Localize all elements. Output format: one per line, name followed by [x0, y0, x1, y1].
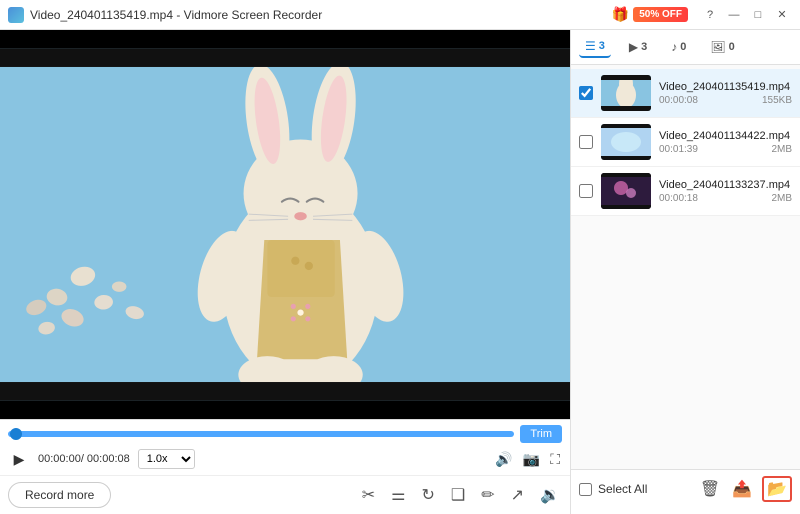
media-size-1: 155KB — [762, 95, 792, 106]
controls-bar: Trim ▶ 00:00:00/ 00:00:08 0.5x 0.75x 1.0… — [0, 419, 570, 475]
title-bar-left: Video_240401135419.mp4 - Vidmore Screen … — [8, 7, 322, 23]
title-bar: Video_240401135419.mp4 - Vidmore Screen … — [0, 0, 800, 30]
media-name-1: Video_240401135419.mp4 — [659, 81, 792, 93]
time-display: 00:00:00/ 00:00:08 — [38, 453, 130, 465]
snapshot-button[interactable]: 📷 — [521, 449, 542, 470]
app-icon — [8, 7, 24, 23]
left-panel: Trim ▶ 00:00:00/ 00:00:08 0.5x 0.75x 1.0… — [0, 30, 570, 514]
media-meta-3: 00:00:18 2MB — [659, 193, 792, 204]
select-all-row: Select All 🗑 📤 📂 — [579, 476, 792, 502]
media-thumbnail-2 — [601, 124, 651, 160]
image-tab-icon: 🖼 — [710, 40, 725, 54]
media-duration-3: 00:00:18 — [659, 193, 698, 204]
tab-video-count: 3 — [599, 40, 605, 52]
close-button[interactable]: ✕ — [772, 5, 792, 25]
title-bar-right: 🎁 50% OFF ? — □ ✕ — [612, 5, 792, 25]
list-icon: ☰ — [585, 39, 596, 53]
media-info-1: Video_240401135419.mp4 00:00:08 155KB — [659, 81, 792, 106]
equalizer-button[interactable]: ⚌ — [389, 483, 407, 507]
progress-row: Trim — [8, 425, 562, 443]
share-button[interactable]: ↗ — [509, 483, 526, 507]
tab-image-count: 0 — [729, 41, 735, 53]
window-title: Video_240401135419.mp4 - Vidmore Screen … — [30, 8, 322, 22]
tab-audio-count: 0 — [680, 41, 686, 53]
media-size-3: 2MB — [771, 193, 792, 204]
media-duration-2: 00:01:39 — [659, 144, 698, 155]
media-name-3: Video_240401133237.mp4 — [659, 179, 792, 191]
action-icons: 🗑 📤 📂 — [698, 476, 792, 502]
media-thumbnail-1 — [601, 75, 651, 111]
thumb-svg-3 — [601, 173, 651, 209]
bottom-row: Record more ✂ ⚌ ↻ ❑ ✏ ↗ 🔉 — [0, 475, 570, 514]
thumb-svg-1 — [601, 75, 651, 111]
record-more-button[interactable]: Record more — [8, 482, 111, 508]
media-item[interactable]: Video_240401135419.mp4 00:00:08 155KB — [571, 69, 800, 118]
play-icon: ▶ — [14, 451, 25, 468]
media-checkbox-1[interactable] — [579, 86, 593, 100]
right-panel: ☰ 3 ▶ 3 ♪ 0 🖼 0 — [570, 30, 800, 514]
export-button[interactable]: 📤 — [730, 477, 754, 501]
progress-handle[interactable] — [10, 428, 22, 440]
tab-play-count: 3 — [641, 41, 647, 53]
delete-button[interactable]: 🗑 — [698, 477, 722, 501]
tab-video[interactable]: ☰ 3 — [579, 36, 611, 58]
select-all-label: Select All — [598, 482, 647, 496]
tab-play[interactable]: ▶ 3 — [623, 37, 653, 57]
select-all-checkbox[interactable] — [579, 483, 592, 496]
media-item[interactable]: Video_240401134422.mp4 00:01:39 2MB — [571, 118, 800, 167]
speed-select[interactable]: 0.5x 0.75x 1.0x 1.25x 1.5x 2.0x — [138, 449, 195, 469]
video-display — [0, 30, 570, 419]
play-button[interactable]: ▶ — [8, 448, 30, 470]
media-duration-1: 00:00:08 — [659, 95, 698, 106]
open-folder-button[interactable]: 📂 — [762, 476, 792, 502]
audio-tab-icon: ♪ — [671, 40, 677, 54]
edit-button[interactable]: ✏ — [479, 483, 496, 507]
media-checkbox-2[interactable] — [579, 135, 593, 149]
volume-button[interactable]: 🔊 — [493, 449, 514, 470]
bottom-actions: Select All 🗑 📤 📂 — [571, 469, 800, 514]
help-button[interactable]: ? — [700, 5, 720, 25]
promo-badge[interactable]: 50% OFF — [633, 7, 688, 22]
media-info-2: Video_240401134422.mp4 00:01:39 2MB — [659, 130, 792, 155]
tab-audio[interactable]: ♪ 0 — [665, 37, 692, 57]
media-info-3: Video_240401133237.mp4 00:00:18 2MB — [659, 179, 792, 204]
bottom-tools: ✂ ⚌ ↻ ❑ ✏ ↗ 🔉 — [360, 483, 562, 507]
media-name-2: Video_240401134422.mp4 — [659, 130, 792, 142]
thumb-svg-2 — [601, 124, 651, 160]
progress-track[interactable] — [8, 431, 514, 437]
media-checkbox-3[interactable] — [579, 184, 593, 198]
audio-button[interactable]: 🔉 — [538, 483, 562, 507]
rotate-button[interactable]: ↻ — [420, 483, 437, 507]
tab-image[interactable]: 🖼 0 — [704, 37, 740, 57]
playback-icons: 🔊 📷 ⛶ — [493, 449, 562, 470]
gift-icon: 🎁 — [612, 6, 629, 23]
minimize-button[interactable]: — — [724, 5, 744, 25]
maximize-button[interactable]: □ — [748, 5, 768, 25]
media-list: Video_240401135419.mp4 00:00:08 155KB — [571, 65, 800, 469]
tabs-bar: ☰ 3 ▶ 3 ♪ 0 🖼 0 — [571, 30, 800, 65]
media-meta-1: 00:00:08 155KB — [659, 95, 792, 106]
video-area[interactable] — [0, 30, 570, 419]
media-item[interactable]: Video_240401133237.mp4 00:00:18 2MB — [571, 167, 800, 216]
media-meta-2: 00:01:39 2MB — [659, 144, 792, 155]
trim-button[interactable]: Trim — [520, 425, 562, 443]
media-size-2: 2MB — [771, 144, 792, 155]
media-thumbnail-3 — [601, 173, 651, 209]
fullscreen-button[interactable]: ⛶ — [548, 449, 562, 470]
playback-row: ▶ 00:00:00/ 00:00:08 0.5x 0.75x 1.0x 1.2… — [8, 448, 562, 470]
copy-button[interactable]: ❑ — [449, 483, 467, 507]
play-tab-icon: ▶ — [629, 40, 638, 54]
main-container: Trim ▶ 00:00:00/ 00:00:08 0.5x 0.75x 1.0… — [0, 30, 800, 514]
cut-tool-button[interactable]: ✂ — [360, 483, 377, 507]
